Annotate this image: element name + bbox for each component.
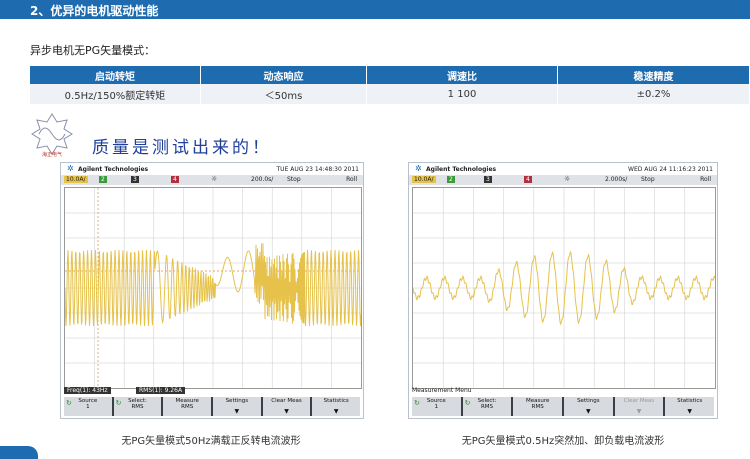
softkey-bar: ↻ Source 1 ↻ Select: RMS Measure RMS Settings…: [412, 397, 715, 416]
channel1-scale: 10.0A/: [412, 176, 436, 183]
circle-arrow-icon: ↻: [66, 399, 72, 407]
mode-subtitle: 异步电机无PG矢量模式：: [30, 44, 156, 57]
softkey-clear-meas[interactable]: Clear Meas ▼: [262, 397, 311, 416]
timebase: 200.0s/: [251, 176, 274, 183]
softkey-measure[interactable]: Measure RMS: [163, 397, 212, 416]
page-corner-tab: [0, 446, 38, 459]
spec-value-row: 0.5Hz/150%额定转矩 ＜50ms 1 100 ±0.2%: [30, 84, 750, 104]
oscilloscope-right: ✲ Agilent Technologies WED AUG 24 11:16:…: [408, 162, 718, 419]
down-arrow-icon: ▼: [636, 408, 642, 415]
oscilloscope-left: ✲ Agilent Technologies TUE AUG 23 14:48:…: [60, 162, 364, 419]
sun-icon: ☼: [564, 175, 571, 183]
circle-arrow-icon: ↻: [414, 399, 420, 407]
rms-readout: RMS(1): 9.26A: [136, 387, 186, 394]
softkey-select[interactable]: ↻ Select: RMS: [462, 397, 512, 416]
run-state: Stop: [287, 176, 301, 183]
spec-table: 启动转矩 动态响应 调速比 稳速精度 0.5Hz/150%额定转矩 ＜50ms …: [30, 66, 750, 104]
scope-screen: [412, 187, 716, 389]
softkey-label: Settings: [577, 398, 600, 404]
scope-brand: Agilent Technologies: [78, 166, 149, 173]
channel1-scale: 10.0A/: [64, 176, 88, 183]
softkey-label: Statistics: [677, 398, 703, 404]
softkey-measure[interactable]: Measure RMS: [513, 397, 563, 416]
caption-right: 无PG矢量模式0.5Hz突然加、卸负载电流波形: [461, 436, 665, 447]
circle-arrow-icon: ↻: [464, 399, 471, 407]
scope-title-bar: ✲ Agilent Technologies WED AUG 24 11:16:…: [409, 163, 717, 175]
spec-value-cell: 1 100: [366, 84, 558, 104]
scope-datetime: WED AUG 24 11:16:23 2011: [628, 166, 713, 173]
down-arrow-icon: ▼: [234, 408, 240, 415]
softkey-clear-meas[interactable]: Clear Meas ▼: [614, 397, 664, 416]
down-arrow-icon: ▼: [284, 408, 289, 415]
circle-arrow-icon: ↻: [115, 399, 122, 407]
softkey-label: Clear Meas: [623, 398, 655, 404]
spec-header-row: 启动转矩 动态响应 调速比 稳速精度: [30, 66, 750, 84]
down-arrow-icon: ▼: [586, 408, 591, 415]
menu-title: Measurement Menu: [412, 387, 472, 394]
timebase: 2.000s/: [605, 176, 628, 183]
scope-screen: [64, 187, 362, 389]
scope-datetime: TUE AUG 23 14:48:30 2011: [276, 166, 359, 173]
scope-status-bar: Measurement Menu: [412, 387, 714, 396]
softkey-statistics[interactable]: Statistics ▼: [312, 397, 361, 416]
softkey-source[interactable]: ↻ Source 1: [64, 397, 112, 416]
down-arrow-icon: ▼: [333, 408, 339, 415]
section-header-bar: 2、优异的电机驱动性能: [0, 0, 750, 19]
agilent-spark-icon: ✲: [67, 164, 74, 173]
current-waveform-plot: [65, 188, 361, 388]
section-title: 2、优异的电机驱动性能: [30, 4, 159, 18]
spec-value-cell: ±0.2%: [557, 84, 750, 104]
freq-readout: Freq(1): 43Hz: [64, 387, 111, 394]
softkey-settings[interactable]: Settings ▼: [564, 397, 613, 416]
down-arrow-icon: ▼: [687, 408, 692, 415]
slogan: 质量是测试出来的！: [92, 138, 272, 158]
softkey-source[interactable]: ↻ Source 1: [412, 397, 461, 416]
scope-status-bar: Freq(1): 43Hz RMS(1): 9.26A: [64, 387, 360, 396]
channel4-marker: 4: [524, 176, 532, 183]
spec-value-cell: 0.5Hz/150%额定转矩: [30, 84, 201, 104]
softkey-bar: ↻ Source 1 ↻ Select: RMS Measure RMS Settings…: [64, 397, 361, 416]
trigger-mode: Roll: [346, 176, 357, 183]
spec-value-cell: ＜50ms: [200, 84, 367, 104]
channel3-marker: 3: [484, 176, 492, 183]
softkey-label: Statistics: [323, 398, 349, 404]
channel2-marker: 2: [99, 176, 107, 183]
scope-title-bar: ✲ Agilent Technologies TUE AUG 23 14:48:…: [61, 163, 363, 175]
softkey-label: Settings: [225, 398, 249, 404]
run-state: Stop: [641, 176, 655, 183]
spec-header-cell: 动态响应: [200, 66, 367, 84]
softkey-settings[interactable]: Settings ▼: [213, 397, 261, 416]
softkey-select[interactable]: ↻ Select: RMS: [113, 397, 162, 416]
channel4-marker: 4: [171, 176, 179, 183]
scope-channel-bar: 10.0A/ 2 3 4 ☼ 2.000s/ Stop Roll: [409, 175, 717, 185]
softkey-value: RMS: [531, 404, 544, 410]
agilent-spark-icon: ✲: [415, 164, 422, 173]
logo-emblem-icon: 海正电气: [31, 113, 73, 158]
softkey-label: Clear Meas: [271, 398, 302, 404]
softkey-statistics[interactable]: Statistics ▼: [665, 397, 715, 416]
channel2-marker: 2: [447, 176, 455, 183]
company-logo: 海正电气: [30, 112, 74, 158]
spec-header-cell: 稳速精度: [557, 66, 750, 84]
spec-header-cell: 启动转矩: [30, 66, 201, 84]
channel3-marker: 3: [131, 176, 139, 183]
scope-brand: Agilent Technologies: [426, 166, 497, 173]
current-waveform-plot: [413, 188, 715, 388]
spec-header-cell: 调速比: [366, 66, 558, 84]
sun-icon: ☼: [211, 175, 218, 183]
logo-text: 海正电气: [42, 151, 62, 158]
scope-channel-bar: 10.0A/ 2 3 4 ☼ 200.0s/ Stop Roll: [61, 175, 363, 185]
caption-left: 无PG矢量模式50Hz满载正反转电流波形: [121, 436, 301, 447]
softkey-value: RMS: [181, 404, 194, 410]
trigger-mode: Roll: [700, 176, 711, 183]
